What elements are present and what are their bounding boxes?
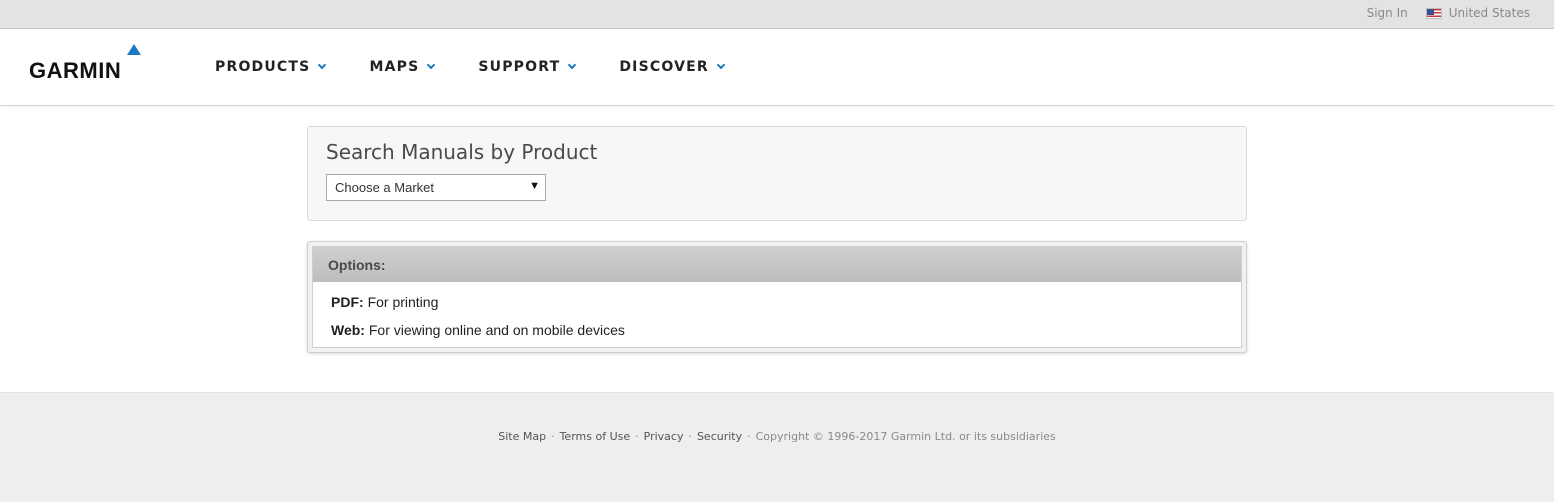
chevron-down-icon: [568, 60, 577, 70]
logo-text: GARMIN: [29, 58, 122, 83]
dropdown-arrow-icon: ▼: [529, 180, 540, 192]
nav-label: SUPPORT: [478, 59, 561, 75]
site-footer: Site Map · Terms of Use · Privacy · Secu…: [0, 392, 1554, 502]
footer-separator: ·: [688, 430, 692, 443]
option-pdf: PDF: For printing: [331, 294, 438, 310]
options-panel: Options: PDF: For printing Web: For view…: [307, 241, 1247, 353]
copyright-text: Copyright © 1996-2017 Garmin Ltd. or its…: [755, 430, 1056, 443]
footer-separator: ·: [747, 430, 751, 443]
chevron-down-icon: [318, 60, 327, 70]
nav-label: DISCOVER: [619, 59, 709, 75]
nav-discover[interactable]: DISCOVER: [619, 59, 726, 75]
option-label: PDF:: [331, 294, 364, 310]
options-heading: Options:: [313, 247, 1241, 282]
option-web: Web: For viewing online and on mobile de…: [331, 322, 625, 338]
garmin-logo[interactable]: GARMIN: [29, 44, 147, 84]
flag-canton: [1426, 8, 1434, 15]
footer-links: Site Map · Terms of Use · Privacy · Secu…: [0, 430, 1554, 443]
us-flag-icon: [1425, 7, 1442, 19]
logo-triangle-icon: [127, 44, 141, 55]
site-header: GARMIN PRODUCTS MAPS SUPPORT DISCOVER: [0, 30, 1554, 106]
footer-separator: ·: [551, 430, 555, 443]
sign-in-link[interactable]: Sign In: [1367, 6, 1408, 20]
top-utility-bar: Sign In United States: [0, 0, 1554, 29]
utility-links: Sign In United States: [1367, 6, 1530, 20]
footer-link-privacy[interactable]: Privacy: [644, 430, 684, 443]
footer-link-terms[interactable]: Terms of Use: [560, 430, 631, 443]
region-selector[interactable]: United States: [1449, 6, 1530, 20]
market-select-value: Choose a Market: [335, 180, 434, 195]
option-desc: For viewing online and on mobile devices: [368, 322, 625, 338]
option-desc: For printing: [367, 294, 439, 310]
main-nav: PRODUCTS MAPS SUPPORT DISCOVER: [215, 59, 768, 75]
market-select[interactable]: Choose a Market ▼: [326, 174, 546, 201]
nav-label: PRODUCTS: [215, 59, 311, 75]
option-label: Web:: [331, 322, 365, 338]
nav-label: MAPS: [369, 59, 420, 75]
footer-link-site-map[interactable]: Site Map: [498, 430, 546, 443]
nav-maps[interactable]: MAPS: [369, 59, 436, 75]
options-box: Options: PDF: For printing Web: For view…: [312, 246, 1242, 348]
nav-support[interactable]: SUPPORT: [478, 59, 577, 75]
search-manuals-panel: Search Manuals by Product Choose a Marke…: [307, 126, 1247, 221]
footer-separator: ·: [635, 430, 639, 443]
search-title: Search Manuals by Product: [326, 140, 598, 164]
chevron-down-icon: [716, 60, 726, 70]
chevron-down-icon: [427, 60, 436, 70]
footer-link-security[interactable]: Security: [697, 430, 742, 443]
nav-products[interactable]: PRODUCTS: [215, 59, 327, 75]
